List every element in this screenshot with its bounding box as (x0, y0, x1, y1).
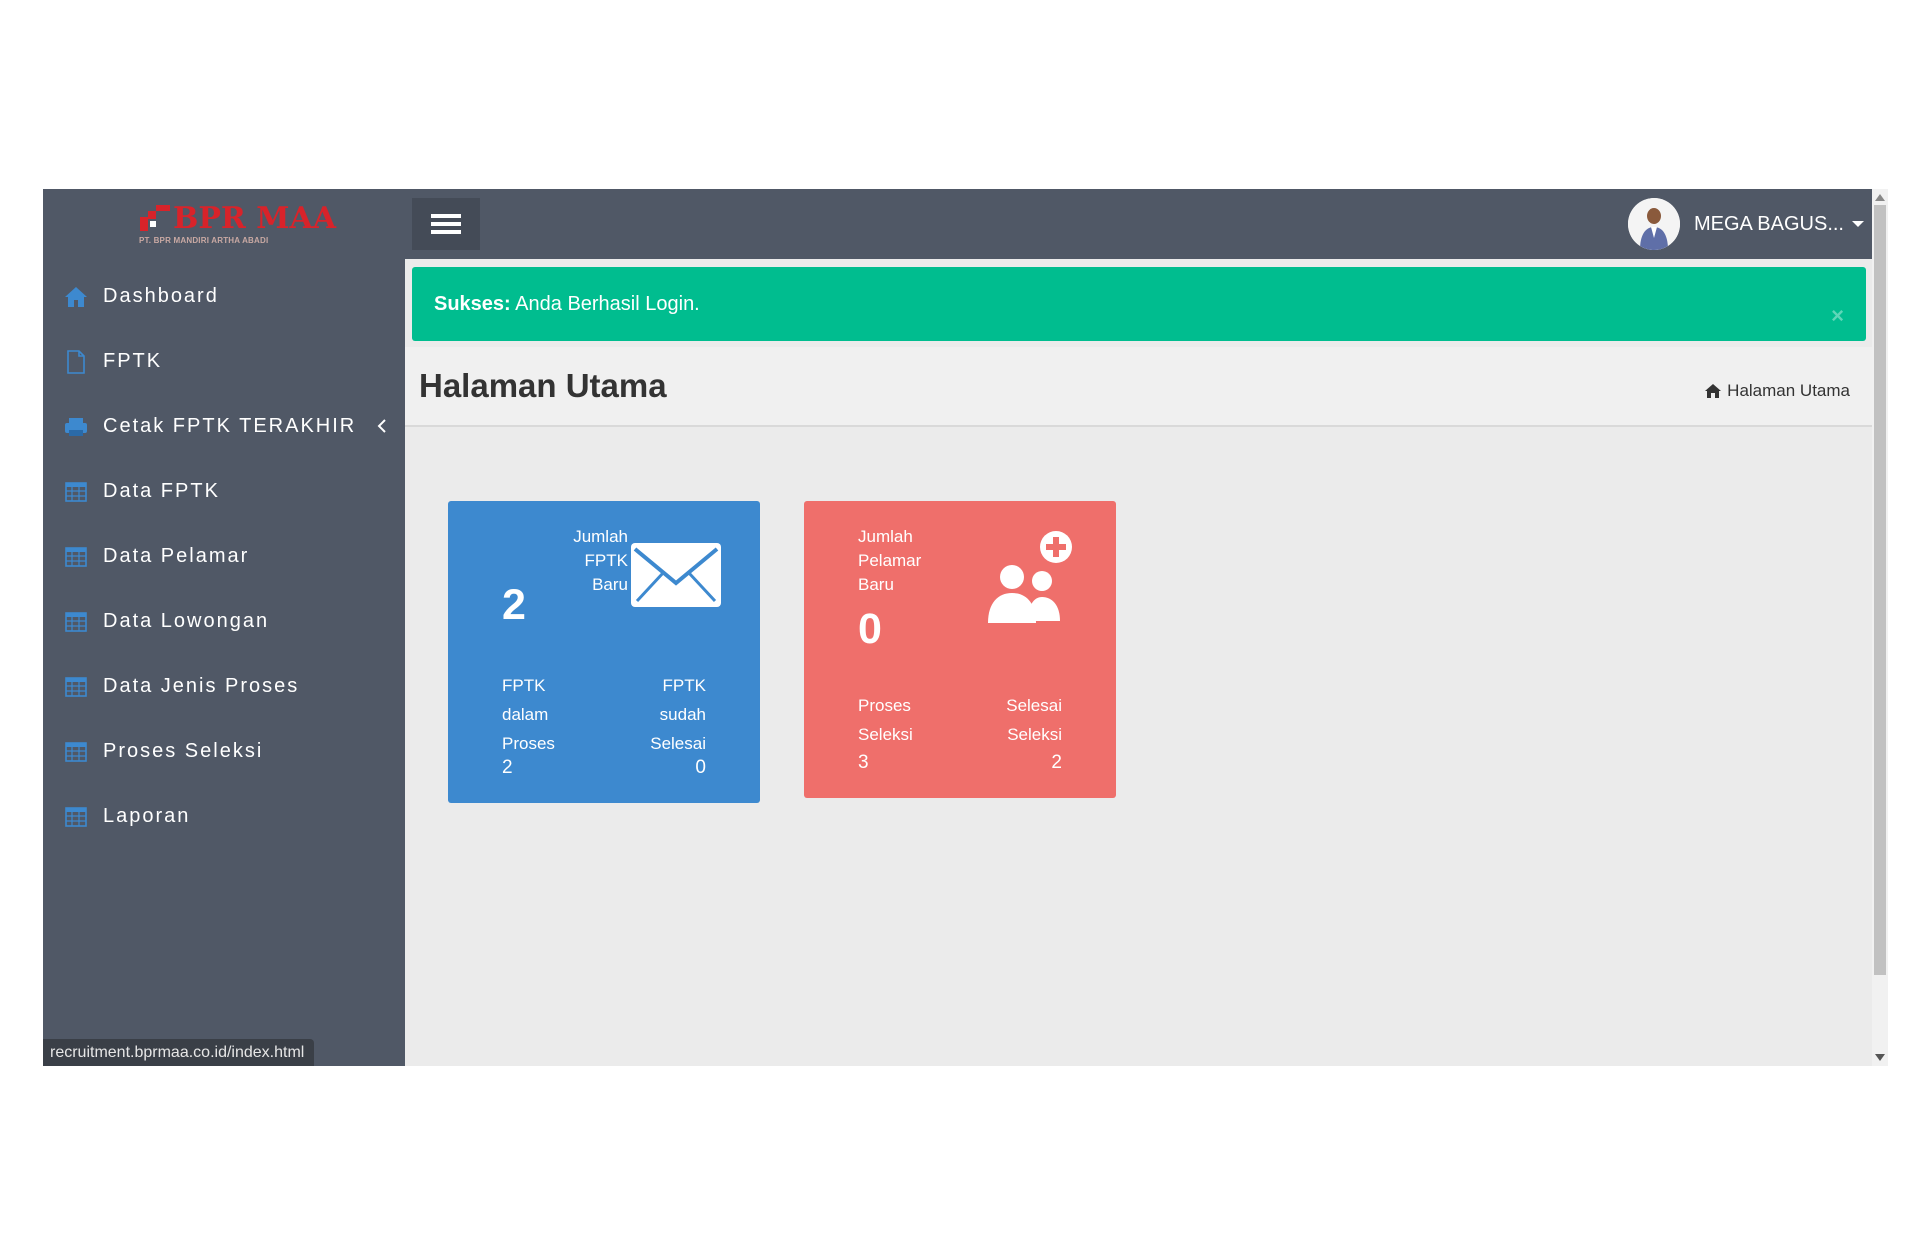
breadcrumb-label: Halaman Utama (1727, 381, 1850, 400)
logo-subtext: PT. BPR MANDIRI ARTHA ABADI (139, 236, 269, 245)
home-icon (1705, 384, 1722, 398)
pelamar-left-line: Proses (858, 696, 911, 715)
alert-strong: Sukses: (434, 293, 511, 315)
table-icon (63, 545, 89, 569)
sidebar-item-label: Data Jenis Proses (103, 675, 300, 697)
pelamar-label-line3: Baru (858, 575, 894, 594)
pelamar-box-label: Jumlah Pelamar Baru (858, 525, 921, 597)
sidebar-toggle-button[interactable] (412, 198, 480, 250)
alert-close-button[interactable]: × (1831, 303, 1844, 329)
topbar: MEGA BAGUS... (405, 189, 1872, 259)
fptk-in-process-value: 2 (502, 757, 513, 778)
pelamar-left-line: Seleksi (858, 725, 913, 744)
printer-icon (63, 415, 89, 439)
fptk-done-value: 0 (695, 757, 706, 778)
pelamar-in-selection-value: 3 (858, 752, 869, 773)
sidebar-item-fptk[interactable]: FPTK (43, 329, 405, 394)
user-menu[interactable]: MEGA BAGUS... (1627, 198, 1864, 250)
sidebar-item-proses-seleksi[interactable]: Proses Seleksi (43, 719, 405, 784)
table-icon (63, 675, 89, 699)
sidebar-item-dashboard[interactable]: Dashboard (43, 264, 405, 329)
logo-text: BPR MAA (173, 201, 337, 236)
sidebar-item-data-pelamar[interactable]: Data Pelamar (43, 524, 405, 589)
sidebar-item-label: Data FPTK (103, 480, 220, 502)
caret-down-icon (1852, 221, 1864, 227)
sidebar-item-label: FPTK (103, 350, 163, 372)
success-alert: Sukses: Anda Berhasil Login. × (412, 267, 1866, 341)
sidebar-item-laporan[interactable]: Laporan (43, 784, 405, 849)
file-icon (63, 349, 89, 374)
status-url: recruitment.bprmaa.co.id/index.html (43, 1039, 315, 1066)
add-users-icon (988, 531, 1072, 623)
chevron-left-icon (377, 419, 386, 433)
main-content: Sukses: Anda Berhasil Login. × Halaman U… (405, 259, 1872, 1066)
page-title: Halaman Utama (419, 367, 667, 404)
sidebar-item-label: Laporan (103, 805, 191, 827)
home-icon (63, 285, 89, 309)
sidebar-item-label: Cetak FPTK TERAKHIR (103, 415, 357, 437)
pelamar-count: 0 (858, 605, 882, 653)
sidebar-item-cetak-fptk-terakhir[interactable]: Cetak FPTK TERAKHIR (43, 394, 405, 459)
sidebar-item-data-fptk[interactable]: Data FPTK (43, 459, 405, 524)
pelamar-right-line: Selesai (1006, 696, 1062, 715)
pelamar-label-line1: Jumlah (858, 527, 913, 546)
sidebar-item-data-lowongan[interactable]: Data Lowongan (43, 589, 405, 654)
scroll-up-icon[interactable] (1875, 193, 1885, 201)
fptk-right-line: FPTK (662, 676, 706, 695)
fptk-count: 2 (502, 581, 526, 629)
fptk-box-label: Jumlah FPTK Baru (548, 525, 628, 597)
fptk-right-line: Selesai (650, 734, 706, 753)
alert-message: Anda Berhasil Login. (510, 293, 700, 315)
sidebar-item-label: Data Pelamar (103, 545, 250, 567)
table-icon (63, 805, 89, 829)
pelamar-summary-box[interactable]: Jumlah Pelamar Baru 0 Proses Seleksi 3 S… (804, 501, 1116, 798)
scroll-down-icon[interactable] (1875, 1054, 1885, 1062)
fptk-right-line: sudah (659, 705, 706, 724)
fptk-in-process-label: FPTK dalam Proses (502, 671, 555, 758)
fptk-done-label: FPTK sudah Selesai (650, 671, 706, 758)
pelamar-done-label: Selesai Seleksi (1006, 691, 1062, 749)
pelamar-label-line2: Pelamar (858, 551, 922, 570)
sidebar-item-label: Data Lowongan (103, 610, 270, 632)
fptk-left-line: dalam (502, 705, 549, 724)
content-header: Halaman Utama Halaman Utama (405, 347, 1872, 427)
sidebar-item-label: Proses Seleksi (103, 740, 264, 762)
logo[interactable]: BPR MAA PT. BPR MANDIRI ARTHA ABADI (43, 189, 405, 259)
pelamar-done-value: 2 (1051, 752, 1062, 773)
table-icon (63, 610, 89, 634)
fptk-label-line2: FPTK Baru (584, 551, 628, 594)
avatar (1627, 198, 1680, 250)
sidebar-item-data-jenis-proses[interactable]: Data Jenis Proses (43, 654, 405, 719)
pelamar-right-line: Seleksi (1007, 725, 1062, 744)
fptk-left-line: Proses (502, 734, 555, 753)
sidebar-item-label: Dashboard (103, 285, 219, 307)
app-window: BPR MAA PT. BPR MANDIRI ARTHA ABADI Dash… (43, 189, 1888, 1066)
envelope-icon (631, 543, 721, 607)
table-icon (63, 740, 89, 764)
pelamar-in-selection-label: Proses Seleksi (858, 691, 913, 749)
hamburger-icon (431, 214, 461, 234)
logo-mark-icon (140, 205, 170, 231)
fptk-label-line1: Jumlah (573, 527, 628, 546)
sidebar-menu: Dashboard FPTK Cetak FPTK TERAKHIR Data … (43, 264, 405, 849)
fptk-summary-box[interactable]: Jumlah FPTK Baru 2 FPTK dalam Proses 2 F… (448, 501, 760, 803)
fptk-left-line: FPTK (502, 676, 546, 695)
breadcrumb[interactable]: Halaman Utama (1704, 381, 1850, 401)
table-icon (63, 480, 89, 504)
vertical-scrollbar[interactable] (1872, 189, 1888, 1066)
user-name: MEGA BAGUS... (1693, 212, 1844, 235)
scrollbar-thumb[interactable] (1874, 205, 1886, 975)
sidebar: BPR MAA PT. BPR MANDIRI ARTHA ABADI Dash… (43, 189, 405, 1066)
